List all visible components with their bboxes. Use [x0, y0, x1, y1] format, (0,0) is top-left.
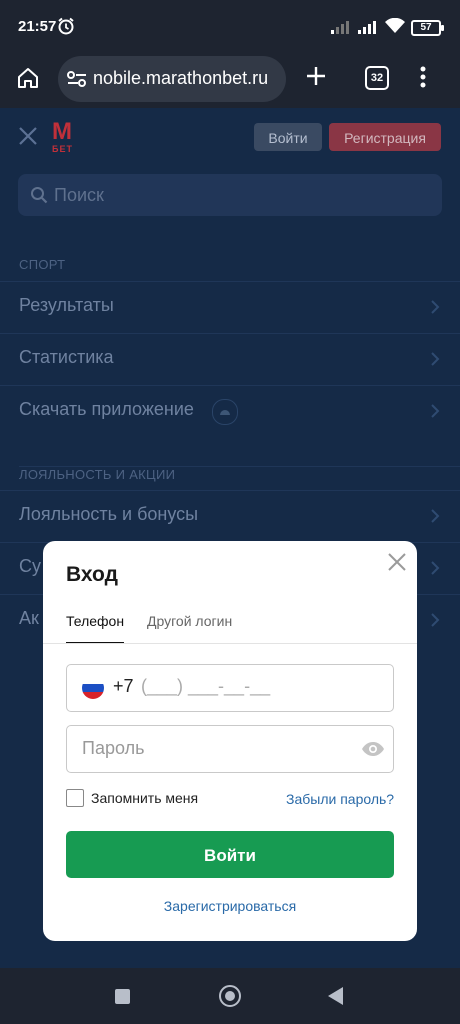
signal-icon [358, 20, 380, 39]
menu-item-results[interactable]: Результаты [0, 281, 460, 334]
tab-phone[interactable]: Телефон [66, 613, 125, 644]
system-nav-bar [0, 968, 460, 1024]
tab-count-button[interactable]: 32 [365, 66, 389, 90]
phone-field[interactable]: +7 (___) ___-__-__ [66, 664, 394, 712]
login-button[interactable]: Войти [254, 123, 322, 151]
register-button[interactable]: Регистрация [329, 123, 441, 151]
forgot-password-link[interactable]: Забыли пароль? [286, 791, 394, 807]
battery-indicator: 57 [411, 20, 444, 36]
logo-bet: БЕТ [52, 144, 73, 154]
logo-m: M [52, 118, 72, 145]
phone-country-code: +7 [113, 676, 134, 696]
search-placeholder: Поиск [54, 185, 104, 205]
register-link[interactable]: Зарегистрироваться [43, 898, 417, 914]
remember-me-label: Запомнить меня [91, 790, 199, 806]
section-title-sport: СПОРТ [19, 257, 66, 272]
modal-title: Вход [66, 563, 118, 586]
chevron-right-icon [430, 403, 440, 424]
menu-item-label: Лояльность и бонусы [19, 504, 199, 524]
menu-item-statistics[interactable]: Статистика [0, 333, 460, 386]
search-input[interactable]: Поиск [18, 174, 442, 216]
close-icon[interactable] [18, 126, 38, 151]
home-icon[interactable] [16, 66, 40, 95]
menu-item-label: Статистика [19, 347, 114, 367]
login-modal: Вход Телефон Другой логин +7 (___) ___-_… [43, 541, 417, 941]
url-text: nobile.marathonbet.ru [93, 68, 269, 88]
search-icon [30, 186, 48, 209]
chevron-right-icon [430, 560, 440, 581]
tab-divider [43, 643, 417, 644]
chevron-right-icon [430, 508, 440, 529]
more-icon[interactable] [420, 66, 426, 93]
chevron-right-icon [430, 351, 440, 372]
menu-item-label: Результаты [19, 295, 114, 315]
menu-item-label: Су [19, 556, 41, 576]
address-bar[interactable]: nobile.marathonbet.ru [58, 56, 286, 102]
chevron-right-icon [430, 612, 440, 633]
status-bar: 21:57 57 [0, 0, 460, 52]
phone-mask: (___) ___-__-__ [141, 676, 271, 696]
tab-other-login[interactable]: Другой логин [147, 613, 232, 629]
menu-item-loyalty[interactable]: Лояльность и бонусы [0, 490, 460, 543]
submit-login-button[interactable]: Войти [66, 831, 394, 878]
chevron-right-icon [430, 299, 440, 320]
home-circle-icon[interactable] [219, 985, 241, 1007]
menu-item-label: Скачать приложение [19, 399, 194, 419]
status-time: 21:57 [18, 18, 57, 35]
close-icon[interactable] [386, 551, 408, 573]
recents-icon[interactable] [115, 989, 130, 1004]
signal-icon [331, 20, 353, 39]
checkbox-box[interactable] [66, 789, 84, 807]
android-icon [212, 399, 238, 425]
plus-icon[interactable] [304, 64, 328, 93]
alarm-icon [57, 17, 75, 40]
site-settings-icon[interactable] [66, 69, 88, 94]
browser-toolbar: nobile.marathonbet.ru 32 [0, 52, 460, 108]
russia-flag-icon[interactable] [82, 677, 104, 699]
menu-item-label: Ак [19, 608, 39, 628]
password-field[interactable]: Пароль [66, 725, 394, 773]
back-icon[interactable] [328, 987, 343, 1005]
site-logo[interactable]: M БЕТ [52, 118, 80, 155]
eye-icon[interactable] [361, 741, 385, 762]
wifi-icon [385, 17, 405, 39]
password-placeholder: Пароль [82, 738, 145, 758]
menu-item-download-app[interactable]: Скачать приложение [0, 385, 460, 438]
section-title-loyalty: ЛОЯЛЬНОСТЬ И АКЦИИ [19, 466, 460, 482]
